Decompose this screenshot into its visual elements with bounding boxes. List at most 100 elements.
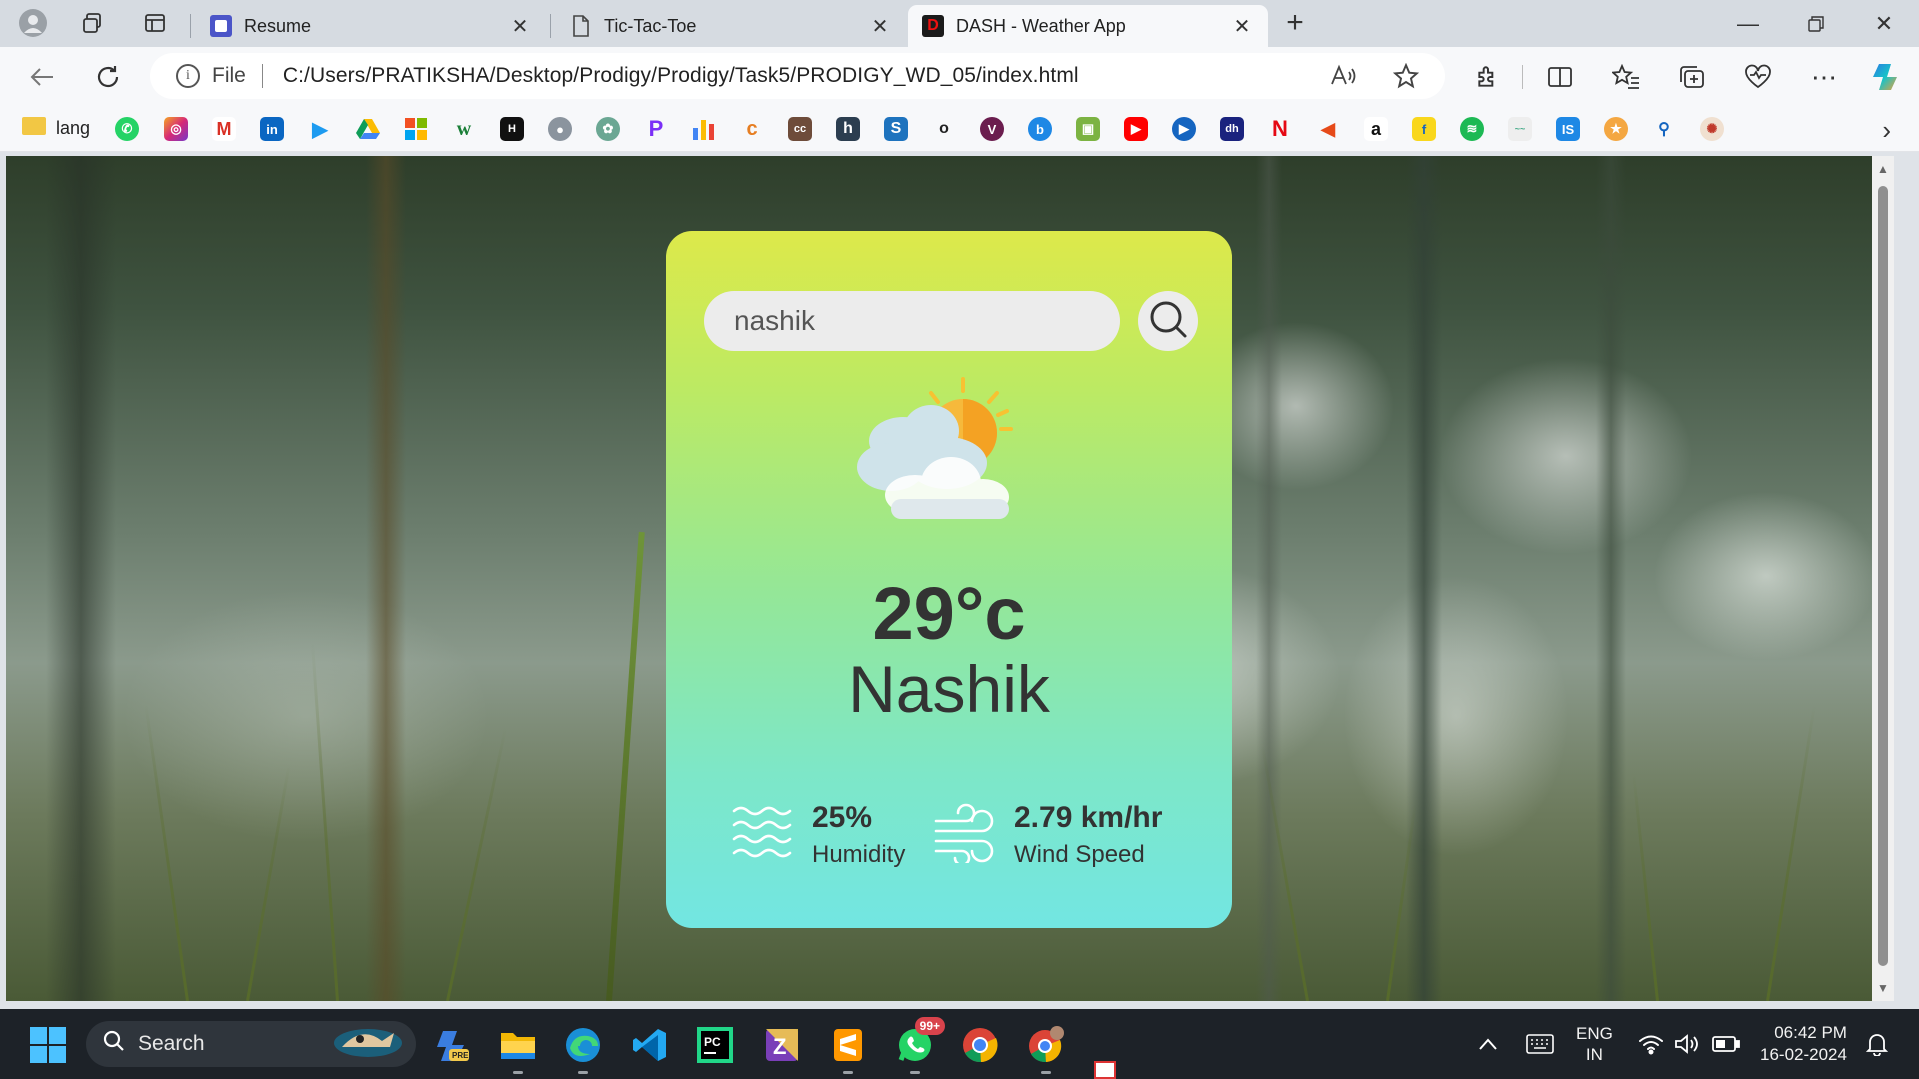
browser-toolbar: i File C:/Users/PRATIKSHA/Desktop/Prodig…	[0, 47, 1919, 105]
chrome-profile-icon[interactable]	[1026, 1025, 1066, 1065]
chevron-right-icon[interactable]: ›	[1882, 115, 1891, 146]
volume-icon[interactable]	[1674, 1009, 1700, 1079]
city-search-input[interactable]	[704, 291, 1120, 351]
close-tab-icon[interactable]: ✕	[868, 14, 892, 39]
hackerrank-bookmark-icon[interactable]: H	[500, 117, 524, 141]
microsoft-bookmark-icon[interactable]	[404, 117, 428, 141]
close-tab-icon[interactable]: ✕	[508, 14, 532, 39]
twitter-bookmark-icon[interactable]: ▶	[308, 117, 332, 141]
language-code: ENG	[1576, 1024, 1613, 1043]
restore-icon[interactable]	[1782, 0, 1850, 47]
w3schools-bookmark-icon[interactable]: w	[452, 117, 476, 141]
more-menu-icon[interactable]: ⋯	[1804, 57, 1844, 97]
chart-bookmark-icon[interactable]	[692, 117, 716, 141]
amazon-bookmark-icon[interactable]: a	[1364, 117, 1388, 141]
scroll-up-icon[interactable]: ▲	[1876, 162, 1890, 176]
language-region: IN	[1585, 1045, 1603, 1064]
extensions-icon[interactable]	[1468, 57, 1508, 97]
background-tree	[366, 156, 406, 1001]
file-explorer-icon[interactable]	[498, 1025, 538, 1065]
favorite-star-icon[interactable]	[1393, 53, 1419, 99]
dh-bookmark-icon[interactable]: dh	[1220, 117, 1244, 141]
favorites-folder-label[interactable]: lang	[56, 118, 90, 139]
github-bookmark-icon[interactable]: ●	[548, 117, 572, 141]
cc-bookmark-icon[interactable]: cc	[788, 117, 812, 141]
site-bookmark-icon[interactable]: ~~	[1508, 117, 1532, 141]
site-info-icon[interactable]: i	[176, 64, 200, 88]
vertical-tabs-icon[interactable]	[132, 3, 178, 43]
battery-icon[interactable]	[1712, 1009, 1740, 1079]
play-bookmark-icon[interactable]: ▶	[1172, 117, 1196, 141]
search-icon	[102, 1029, 126, 1059]
wifi-icon[interactable]	[1638, 1009, 1664, 1079]
clock[interactable]: 06:42 PM 16-02-2024	[1760, 1009, 1847, 1079]
s-bookmark-icon[interactable]: S	[884, 117, 908, 141]
tab-resume[interactable]: Resume ✕	[196, 5, 546, 47]
minimize-icon[interactable]: —	[1714, 0, 1782, 47]
taskbar-search-box[interactable]: Search	[86, 1021, 416, 1067]
app-bookmark-icon[interactable]: P	[644, 116, 668, 141]
flipkart-bookmark-icon[interactable]: f	[1412, 117, 1436, 141]
close-tab-icon[interactable]: ✕	[1230, 14, 1254, 39]
spotify-bookmark-icon[interactable]: ≋	[1460, 117, 1484, 141]
url-text[interactable]: C:/Users/PRATIKSHA/Desktop/Prodigy/Prodi…	[283, 64, 1079, 88]
workspaces-icon[interactable]	[70, 3, 116, 43]
taskbar-search-label: Search	[138, 1032, 205, 1055]
chatgpt-bookmark-icon[interactable]: ✿	[596, 117, 620, 141]
windows-start-icon[interactable]	[28, 1025, 68, 1065]
resume-favicon-icon	[210, 15, 232, 37]
whatsapp-bookmark-icon[interactable]: ✆	[115, 117, 139, 141]
back-arrow-icon[interactable]	[22, 57, 62, 97]
scroll-thumb[interactable]	[1878, 186, 1888, 966]
search-button[interactable]	[1138, 291, 1198, 351]
winzip-icon[interactable]: Z	[762, 1025, 802, 1065]
linkedin-bookmark-icon[interactable]: in	[260, 117, 284, 141]
tab-weather-app[interactable]: D DASH - Weather App ✕	[908, 5, 1268, 47]
close-window-icon[interactable]: ✕	[1850, 0, 1918, 47]
keyboard-icon[interactable]	[1526, 1009, 1554, 1079]
collections-icon[interactable]	[1672, 57, 1712, 97]
is-bookmark-icon[interactable]: IS	[1556, 117, 1580, 141]
copilot-preview-icon[interactable]: PRE	[433, 1025, 473, 1065]
hashnode-bookmark-icon[interactable]: h	[836, 117, 860, 141]
notification-app-icon[interactable]	[1094, 1061, 1116, 1079]
netflix-bookmark-icon[interactable]: N	[1268, 116, 1292, 141]
pycharm-icon[interactable]: PC	[695, 1025, 735, 1065]
folder-icon[interactable]	[22, 117, 46, 135]
gmail-bookmark-icon[interactable]: M	[212, 117, 236, 141]
favorites-icon[interactable]	[1606, 57, 1646, 97]
edge-icon[interactable]	[563, 1025, 603, 1065]
codechef-bookmark-icon[interactable]: c	[740, 117, 764, 141]
tab-title: Tic-Tac-Toe	[604, 15, 697, 36]
refresh-icon[interactable]	[88, 57, 128, 97]
instagram-bookmark-icon[interactable]: ◎	[164, 117, 188, 141]
language-indicator[interactable]: ENG IN	[1576, 1009, 1613, 1079]
b-bookmark-icon[interactable]: b	[1028, 117, 1052, 141]
profile-icon[interactable]	[10, 3, 56, 43]
tab-tic-tac-toe[interactable]: Tic-Tac-Toe ✕	[556, 5, 906, 47]
google-drive-bookmark-icon[interactable]	[356, 117, 380, 141]
youtube-bookmark-icon[interactable]: ▶	[1124, 117, 1148, 141]
vscode-icon[interactable]	[630, 1025, 670, 1065]
whatsapp-icon[interactable]: 99+	[895, 1017, 945, 1065]
page-scrollbar[interactable]: ▲ ▼	[1872, 156, 1894, 1001]
notification-bell-icon[interactable]	[1866, 1009, 1888, 1079]
search-bookmark-icon[interactable]: ⚲	[1652, 117, 1676, 141]
v-bookmark-icon[interactable]: V	[980, 117, 1004, 141]
tab-divider	[550, 14, 551, 38]
address-bar[interactable]: i File C:/Users/PRATIKSHA/Desktop/Prodig…	[150, 53, 1445, 99]
browser-essentials-icon[interactable]	[1738, 57, 1778, 97]
show-hidden-icons-chevron-icon[interactable]	[1478, 1009, 1498, 1079]
classroom-bookmark-icon[interactable]: ▣	[1076, 117, 1100, 141]
emblem-bookmark-icon[interactable]: ✺	[1700, 117, 1724, 141]
split-screen-icon[interactable]	[1540, 57, 1580, 97]
new-tab-button[interactable]: +	[1272, 3, 1318, 43]
search-site-bookmark-icon[interactable]: o	[932, 117, 956, 141]
read-aloud-icon[interactable]	[1330, 53, 1356, 99]
sublime-text-icon[interactable]	[828, 1025, 868, 1065]
red-bookmark-icon[interactable]: ◀	[1316, 117, 1340, 141]
chrome-icon[interactable]	[960, 1025, 1000, 1065]
badge-bookmark-icon[interactable]: ★	[1604, 117, 1628, 141]
copilot-icon[interactable]	[1866, 57, 1906, 97]
scroll-down-icon[interactable]: ▼	[1876, 981, 1890, 995]
